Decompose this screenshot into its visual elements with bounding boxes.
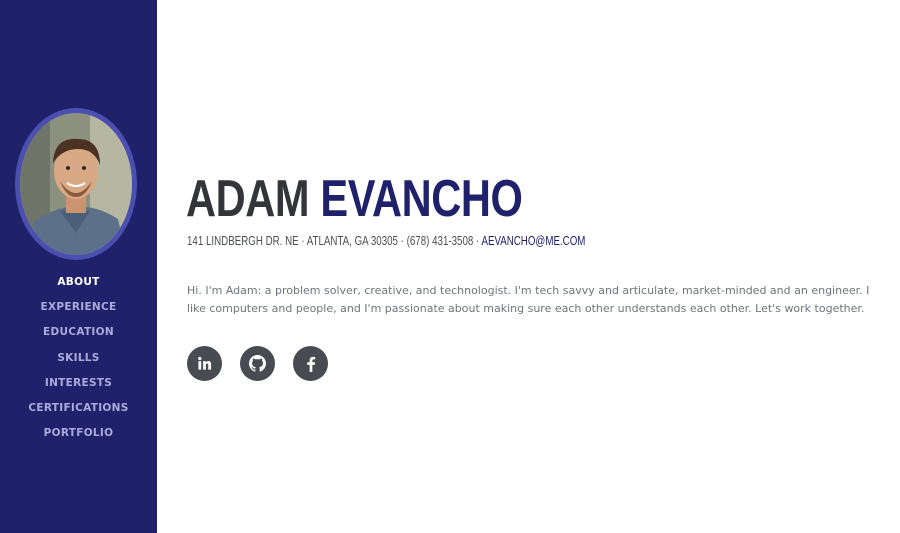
facebook-icon bbox=[306, 356, 316, 372]
profile-photo bbox=[15, 108, 137, 260]
contact-line: 141 LINDBERGH DR. NE · ATLANTA, GA 30305… bbox=[187, 233, 585, 249]
linkedin-button[interactable] bbox=[187, 346, 222, 381]
nav-item-certifications[interactable]: CERTIFICATIONS bbox=[0, 400, 157, 425]
nav-item-skills[interactable]: SKILLS bbox=[0, 350, 157, 375]
nav-item-education[interactable]: EDUCATION bbox=[0, 324, 157, 349]
linkedin-icon bbox=[197, 356, 212, 371]
social-icons bbox=[187, 346, 328, 381]
email-link[interactable]: AEVANCHO@ME.COM bbox=[481, 234, 585, 248]
nav-item-about[interactable]: ABOUT bbox=[0, 274, 157, 299]
last-name: EVANCHO bbox=[320, 170, 523, 228]
first-name: ADAM bbox=[186, 170, 310, 228]
github-button[interactable] bbox=[240, 346, 275, 381]
nav-item-interests[interactable]: INTERESTS bbox=[0, 375, 157, 400]
nav-item-portfolio[interactable]: PORTFOLIO bbox=[0, 425, 157, 450]
facebook-button[interactable] bbox=[293, 346, 328, 381]
page-title: ADAM EVANCHO bbox=[186, 168, 523, 230]
bio-text: Hi. I'm Adam: a problem solver, creative… bbox=[187, 284, 870, 315]
nav-item-experience[interactable]: EXPERIENCE bbox=[0, 299, 157, 324]
sidebar: ABOUT EXPERIENCE EDUCATION SKILLS INTERE… bbox=[0, 0, 157, 533]
contact-address: 141 LINDBERGH DR. NE · ATLANTA, GA 30305… bbox=[187, 234, 482, 248]
sidebar-nav: ABOUT EXPERIENCE EDUCATION SKILLS INTERE… bbox=[0, 274, 157, 450]
github-icon bbox=[249, 355, 266, 372]
